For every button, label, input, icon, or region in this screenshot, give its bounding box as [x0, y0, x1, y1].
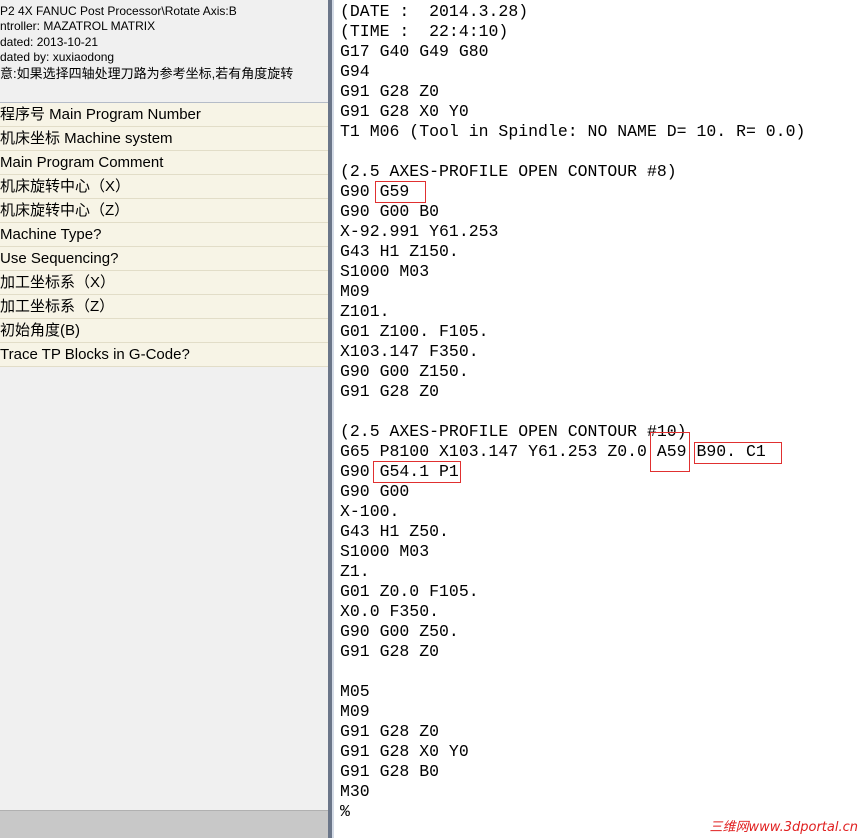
highlight-box-g59: [375, 181, 426, 203]
property-row[interactable]: 机床旋转中心（Z）: [0, 199, 328, 223]
code-line: G91 G28 B0: [340, 762, 440, 781]
highlight-box-a59: [650, 432, 690, 472]
code-line: T1 M06 (Tool in Spindle: NO NAME D= 10. …: [340, 122, 806, 141]
code-line: X0.0 F350.: [340, 602, 440, 621]
site-watermark: 三维网www.3dportal.cn: [709, 820, 858, 835]
header-line: dated by: xuxiaodong: [0, 50, 115, 65]
header-line: P2 4X FANUC Post Processor\Rotate Axis:B: [0, 4, 237, 18]
code-line: M09: [340, 282, 370, 301]
property-list: 程序号 Main Program Number 机床坐标 Machine syst…: [0, 102, 328, 367]
highlight-box-g54-p1: [373, 461, 461, 483]
highlight-box-b90-c1: [694, 442, 782, 464]
property-row[interactable]: 程序号 Main Program Number: [0, 103, 328, 127]
code-line: G91 G28 X0 Y0: [340, 742, 469, 761]
code-line: G43 H1 Z150.: [340, 242, 459, 261]
code-line: G17 G40 G49 G80: [340, 42, 489, 61]
property-row[interactable]: 机床旋转中心（X）: [0, 175, 328, 199]
header-line: 意:如果选择四轴处理刀路为参考坐标,若有角度旋转: [0, 65, 294, 81]
code-line: G90 G00 Z50.: [340, 622, 459, 641]
nc-code-view[interactable]: (DATE : 2014.3.28) (TIME : 22:4:10) G17 G4…: [340, 2, 855, 836]
code-line: G01 Z100. F105.: [340, 322, 489, 341]
code-line: G90 G00: [340, 482, 410, 501]
property-row[interactable]: 初始角度(B): [0, 319, 328, 343]
code-line: G91 G28 Z0: [340, 82, 440, 101]
property-row[interactable]: Use Sequencing?: [0, 247, 328, 271]
code-line: G91 G28 Z0: [340, 722, 440, 741]
property-row[interactable]: Main Program Comment: [0, 151, 328, 175]
code-line: G90 G00 B0: [340, 202, 440, 221]
code-line: Z1.: [340, 562, 370, 581]
code-line: S1000 M03: [340, 542, 430, 561]
post-info-header: P2 4X FANUC Post Processor\Rotate Axis:B…: [0, 0, 328, 102]
code-line: G91 G28 Z0: [340, 642, 440, 661]
code-line: (DATE : 2014.3.28): [340, 2, 529, 21]
code-line: M09: [340, 702, 370, 721]
header-line: ntroller: MAZATROL MATRIX: [0, 19, 156, 34]
property-row[interactable]: 加工坐标系（Z）: [0, 295, 328, 319]
code-line: G91 G28 X0 Y0: [340, 102, 469, 121]
code-line: S1000 M03: [340, 262, 430, 281]
code-line: (2.5 AXES-PROFILE OPEN CONTOUR #10): [340, 422, 687, 441]
code-line: G91 G28 Z0: [340, 382, 440, 401]
code-line: G43 H1 Z50.: [340, 522, 449, 541]
property-row[interactable]: Trace TP Blocks in G-Code?: [0, 343, 328, 367]
header-line: dated: 2013-10-21: [0, 34, 99, 49]
property-row[interactable]: 加工坐标系（X）: [0, 271, 328, 295]
code-line: (TIME : 22:4:10): [340, 22, 509, 41]
code-line: G01 Z0.0 F105.: [340, 582, 479, 601]
property-row[interactable]: 机床坐标 Machine system: [0, 127, 328, 151]
property-row[interactable]: Machine Type?: [0, 223, 328, 247]
code-line: (2.5 AXES-PROFILE OPEN CONTOUR #8): [340, 162, 677, 181]
code-line: M30: [340, 782, 370, 801]
splitter-edge: [332, 0, 334, 838]
code-line: G90 G00 Z150.: [340, 362, 469, 381]
code-line: G94: [340, 62, 370, 81]
code-line: M05: [340, 682, 370, 701]
code-line: X-92.991 Y61.253: [340, 222, 499, 241]
code-line: X103.147 F350.: [340, 342, 479, 361]
code-line: X-100.: [340, 502, 400, 521]
code-line: Z101.: [340, 302, 390, 321]
post-processor-properties-panel: P2 4X FANUC Post Processor\Rotate Axis:B…: [0, 0, 328, 838]
panel-footer-bar: [0, 810, 328, 838]
